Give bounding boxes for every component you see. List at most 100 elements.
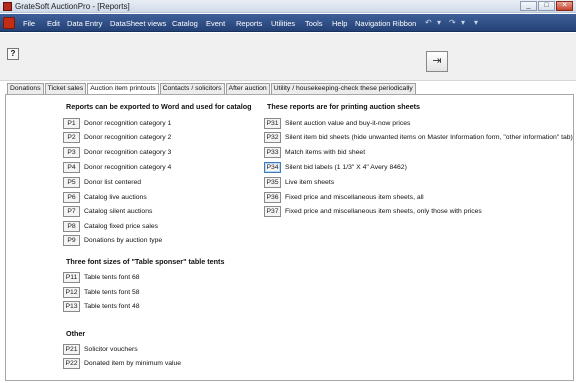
- tab-contacts-solicitors[interactable]: Contacts / solicitors: [159, 83, 225, 94]
- report-row: P22 Donated item by minimum value: [63, 357, 181, 369]
- report-button-p22[interactable]: P22: [63, 357, 80, 369]
- report-label: Live item sheets: [285, 178, 335, 186]
- title-bar: GrateSoft AuctionPro - [Reports] _ □ ✕: [0, 0, 576, 13]
- report-label: Donor recognition category 4: [84, 163, 172, 171]
- redo-dropdown-icon[interactable]: ▾: [461, 18, 465, 27]
- report-label: Fixed price and miscellaneous item sheet…: [285, 207, 482, 215]
- menu-utilities[interactable]: Utilities: [271, 19, 295, 28]
- report-row: P32 Silent item bid sheets (hide unwante…: [264, 131, 573, 143]
- report-button-p8[interactable]: P8: [63, 220, 80, 232]
- report-button-p32[interactable]: P32: [264, 131, 281, 143]
- report-label: Solicitor vouchers: [84, 345, 138, 353]
- report-button-p37[interactable]: P37: [264, 205, 281, 217]
- report-button-p34[interactable]: P34: [264, 161, 281, 173]
- window-controls: _ □ ✕: [520, 1, 573, 11]
- report-label: Fixed price and miscellaneous item sheet…: [285, 193, 424, 201]
- report-row: P13 Table tents font 48: [63, 300, 140, 312]
- close-button[interactable]: ✕: [556, 1, 573, 11]
- reports-panel: Reports can be exported to Word and used…: [5, 94, 574, 381]
- menu-edit[interactable]: Edit: [47, 19, 60, 28]
- report-button-p36[interactable]: P36: [264, 191, 281, 203]
- report-button-p13[interactable]: P13: [63, 300, 80, 312]
- customize-toolbar-icon[interactable]: ▾: [474, 18, 478, 27]
- menu-navigation-ribbon[interactable]: Navigation Ribbon: [355, 19, 416, 28]
- help-button[interactable]: ?: [7, 48, 19, 60]
- window-title: GrateSoft AuctionPro - [Reports]: [15, 2, 130, 11]
- report-row: P3 Donor recognition category 3: [63, 146, 171, 158]
- report-label: Donor recognition category 3: [84, 148, 172, 156]
- undo-icon[interactable]: ↶: [425, 18, 432, 27]
- report-button-p3[interactable]: P3: [63, 146, 80, 158]
- report-row: P31 Silent auction value and buy-it-now …: [264, 117, 410, 129]
- report-button-p7[interactable]: P7: [63, 205, 80, 217]
- report-row: P5 Donor list centered: [63, 176, 141, 188]
- report-label: Catalog fixed price sales: [84, 222, 159, 230]
- menu-tools[interactable]: Tools: [305, 19, 323, 28]
- report-button-p35[interactable]: P35: [264, 176, 281, 188]
- other-header: Other: [66, 329, 86, 338]
- report-label: Silent bid labels (1 1/3" X 4" Avery 846…: [285, 163, 407, 171]
- maximize-button[interactable]: □: [538, 1, 555, 11]
- menu-catalog[interactable]: Catalog: [172, 19, 198, 28]
- report-label: Donations by auction type: [84, 236, 163, 244]
- report-label: Silent auction value and buy-it-now pric…: [285, 119, 411, 127]
- report-button-p2[interactable]: P2: [63, 131, 80, 143]
- report-button-p12[interactable]: P12: [63, 286, 80, 298]
- tab-ticket-sales[interactable]: Ticket sales: [44, 83, 87, 94]
- undo-dropdown-icon[interactable]: ▾: [437, 18, 441, 27]
- menu-event[interactable]: Event: [206, 19, 225, 28]
- menu-file[interactable]: File: [23, 19, 35, 28]
- report-row: P21 Solicitor vouchers: [63, 343, 138, 355]
- catalog-reports-header: Reports can be exported to Word and used…: [66, 102, 252, 111]
- report-row: P12 Table tents font 58: [63, 286, 140, 298]
- minimize-button[interactable]: _: [520, 1, 537, 11]
- report-row: P2 Donor recognition category 2: [63, 131, 171, 143]
- report-button-p21[interactable]: P21: [63, 343, 80, 355]
- report-label: Match items with bid sheet: [285, 148, 366, 156]
- report-label: Catalog silent auctions: [84, 207, 153, 215]
- menu-reports[interactable]: Reports: [236, 19, 262, 28]
- report-label: Silent item bid sheets (hide unwanted it…: [285, 133, 573, 141]
- report-label: Donated item by minimum value: [84, 359, 182, 367]
- menu-datasheet-views[interactable]: DataSheet views: [110, 19, 166, 28]
- auction-sheets-header: These reports are for printing auction s…: [267, 102, 420, 111]
- office-button[interactable]: [3, 17, 15, 29]
- redo-icon[interactable]: ↷: [449, 18, 456, 27]
- report-button-p33[interactable]: P33: [264, 146, 281, 158]
- report-row: P35 Live item sheets: [264, 176, 334, 188]
- report-row: P1 Donor recognition category 1: [63, 117, 171, 129]
- report-button-p5[interactable]: P5: [63, 176, 80, 188]
- report-button-p31[interactable]: P31: [264, 117, 281, 129]
- report-row: P9 Donations by auction type: [63, 234, 162, 246]
- report-button-p9[interactable]: P9: [63, 234, 80, 246]
- report-button-p1[interactable]: P1: [63, 117, 80, 129]
- report-row: P11 Table tents font 68: [63, 271, 140, 283]
- menu-help[interactable]: Help: [332, 19, 347, 28]
- report-label: Donor recognition category 1: [84, 119, 172, 127]
- report-row: P34 Silent bid labels (1 1/3" X 4" Avery…: [264, 161, 407, 173]
- report-row: P33 Match items with bid sheet: [264, 146, 365, 158]
- report-label: Table tents font 58: [84, 288, 140, 296]
- report-row: P6 Catalog live auctions: [63, 191, 147, 203]
- report-label: Donor recognition category 2: [84, 133, 172, 141]
- toolbar: ? ⇥: [0, 33, 576, 81]
- table-tents-header: Three font sizes of "Table sponser" tabl…: [66, 257, 225, 266]
- menu-data-entry[interactable]: Data Entry: [67, 19, 102, 28]
- report-row: P37 Fixed price and miscellaneous item s…: [264, 205, 482, 217]
- report-button-p6[interactable]: P6: [63, 191, 80, 203]
- report-row: P8 Catalog fixed price sales: [63, 220, 158, 232]
- tab-strip: Donations Ticket sales Auction item prin…: [7, 82, 417, 95]
- report-row: P4 Donor recognition category 4: [63, 161, 171, 173]
- tab-donations[interactable]: Donations: [7, 83, 44, 94]
- report-label: Catalog live auctions: [84, 193, 147, 201]
- app-icon: [3, 2, 12, 11]
- menu-bar: File Edit Data Entry DataSheet views Cat…: [0, 14, 576, 32]
- report-row: P36 Fixed price and miscellaneous item s…: [264, 191, 424, 203]
- tab-utility-housekeeping[interactable]: Utility / housekeeping-check these perio…: [270, 83, 416, 94]
- tab-after-auction[interactable]: After auction: [225, 83, 270, 94]
- report-button-p4[interactable]: P4: [63, 161, 80, 173]
- exit-icon[interactable]: ⇥: [426, 51, 448, 72]
- report-label: Table tents font 68: [84, 273, 140, 281]
- report-button-p11[interactable]: P11: [63, 271, 80, 283]
- report-row: P7 Catalog silent auctions: [63, 205, 152, 217]
